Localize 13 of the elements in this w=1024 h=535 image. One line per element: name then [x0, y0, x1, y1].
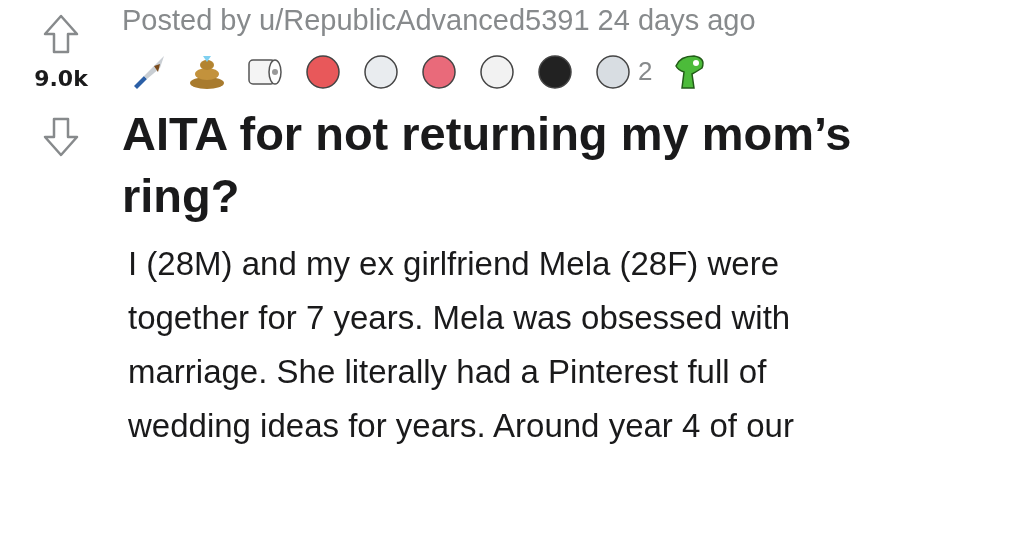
round-head-icon [594, 52, 632, 90]
post-title: AITA for not returning my mom’s ring? [122, 106, 853, 224]
round-head-icon [536, 52, 574, 90]
downvote-icon[interactable] [43, 117, 79, 157]
round-head-icon [420, 52, 458, 90]
round-head-icon [304, 52, 342, 90]
award-count: 2 [638, 55, 653, 87]
vote-score: 9.0k [34, 66, 88, 91]
post-byline: Posted by u/RepublicAdvanced5391 24 days ago [122, 4, 757, 37]
round-head-icon [478, 52, 516, 90]
upvote-icon[interactable] [43, 14, 79, 54]
post-body: I (28M) and my ex girlfriend Mela (28F) were together for 7 years. Mela was obsessed with marriage. She literally had a Pinterest full of wedding ideas for years. Around year 4 of our [128, 244, 795, 446]
round-head-icon [362, 52, 400, 90]
